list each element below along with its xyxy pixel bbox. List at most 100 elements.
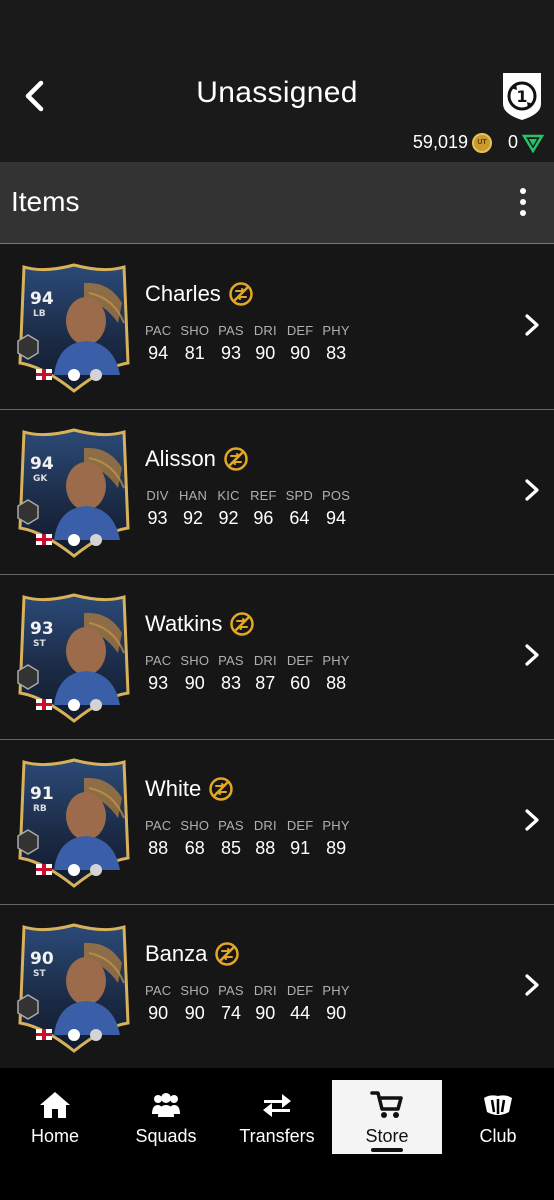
- more-dot: [520, 199, 526, 205]
- stat-value: 96: [253, 508, 274, 528]
- player-item-row[interactable]: 90 ST Banza PAC 90 SHO 90 PAS 74 DRI 90 DEF 4…: [0, 905, 554, 1070]
- stat-label: SHO: [180, 983, 210, 998]
- card-position: RB: [33, 804, 47, 814]
- chevron-right-icon: [525, 809, 539, 831]
- more-dot: [520, 188, 526, 194]
- player-card: 90 ST: [14, 923, 134, 1053]
- player-stats: PAC 93 SHO 90 PAS 83 DRI 87 DEF 60 PHY 88: [145, 653, 359, 694]
- stat: SHO 90: [180, 983, 209, 1024]
- home-icon: [40, 1092, 70, 1118]
- chevron-right-icon: [525, 644, 539, 666]
- player-card: 94 GK: [14, 428, 134, 558]
- stat: DEF 91: [287, 818, 314, 859]
- stat-value: 89: [326, 838, 347, 858]
- stat-value: 90: [326, 1003, 347, 1023]
- bottom-nav: Home Squads Transfers Store Club: [0, 1068, 554, 1200]
- stat-label: DRI: [253, 983, 277, 998]
- stat: PHY 90: [322, 983, 349, 1024]
- stat-value: 60: [290, 673, 311, 693]
- stat: PAS 85: [218, 818, 244, 859]
- more-options-button[interactable]: [514, 182, 532, 222]
- stat-value: 44: [290, 1003, 311, 1023]
- objectives-button[interactable]: 1: [499, 70, 545, 122]
- nav-label: Store: [365, 1126, 409, 1146]
- chevron-right-icon: [525, 479, 539, 501]
- stat: REF 96: [250, 488, 277, 529]
- card-rating: 94: [30, 289, 54, 309]
- items-list: 94 LB Charles PAC 94 SHO 81 PAS 93 DRI 90 DE…: [0, 245, 554, 1070]
- stat-label: REF: [250, 488, 277, 503]
- chevron-right-icon: [525, 314, 539, 336]
- stat-label: PAS: [218, 818, 244, 833]
- coin-glyph: UT: [477, 139, 487, 146]
- stat: PHY 83: [322, 323, 349, 364]
- nav-label: Transfers: [239, 1126, 315, 1146]
- stat-value: 90: [184, 673, 205, 693]
- stat-value: 90: [255, 343, 276, 363]
- player-item-row[interactable]: 91 RB White PAC 88 SHO 68 PAS 85 DRI 88 DEF 9…: [0, 740, 554, 905]
- stat: PAC 93: [145, 653, 171, 694]
- stat-value: 92: [218, 508, 239, 528]
- player-card: 91 RB: [14, 758, 134, 888]
- card-rating: 91: [30, 784, 54, 804]
- section-title: Items: [11, 186, 80, 217]
- player-stats: PAC 90 SHO 90 PAS 74 DRI 90 DEF 44 PHY 90: [145, 983, 359, 1024]
- stat: SHO 81: [180, 323, 209, 364]
- stat: PAC 90: [145, 983, 171, 1024]
- player-card: 93 ST: [14, 593, 134, 723]
- stat-label: SHO: [180, 323, 210, 338]
- player-item-row[interactable]: 94 LB Charles PAC 94 SHO 81 PAS 93 DRI 90 DE…: [0, 245, 554, 410]
- coin-icon: UT: [471, 132, 492, 153]
- nav-club[interactable]: Club: [443, 1080, 553, 1154]
- stat-label: DEF: [286, 323, 314, 338]
- stat-label: PAC: [145, 653, 172, 668]
- stat-value: 90: [255, 1003, 276, 1023]
- nav-transfers[interactable]: Transfers: [222, 1080, 332, 1154]
- card-position: LB: [33, 309, 46, 319]
- stat-label: DEF: [286, 653, 314, 668]
- player-name: Charles: [145, 281, 221, 306]
- stat-label: DEF: [286, 818, 314, 833]
- card-rating: 93: [30, 619, 54, 639]
- objectives-count: 1: [516, 87, 527, 106]
- objectives-icon: 1: [503, 73, 541, 120]
- stat-value: 90: [290, 343, 311, 363]
- stat-value: 90: [148, 1003, 169, 1023]
- stat: HAN 92: [179, 488, 207, 529]
- stat-value: 68: [184, 838, 205, 858]
- stat-label: PHY: [322, 323, 350, 338]
- stat: PHY 88: [322, 653, 349, 694]
- items-section-header: Items: [0, 162, 554, 244]
- stat-label: PHY: [322, 653, 350, 668]
- player-item-row[interactable]: 94 GK Alisson DIV 93 HAN 92 KIC 92 REF 96 SP…: [0, 410, 554, 575]
- player-item-row[interactable]: 93 ST Watkins PAC 93 SHO 90 PAS 83 DRI 87 DE…: [0, 575, 554, 740]
- player-name: White: [145, 776, 202, 801]
- untradeable-icon: [215, 942, 240, 966]
- stat-value: 88: [148, 838, 169, 858]
- stat-value: 64: [289, 508, 310, 528]
- stat: DRI 90: [253, 323, 278, 364]
- player-stats: PAC 94 SHO 81 PAS 93 DRI 90 DEF 90 PHY 83: [145, 323, 359, 364]
- stat-label: PAS: [218, 983, 244, 998]
- stat-value: 93: [147, 508, 168, 528]
- nav-store[interactable]: Store: [332, 1080, 442, 1154]
- stat: DEF 44: [287, 983, 314, 1024]
- stat-label: PHY: [322, 818, 350, 833]
- nav-squads[interactable]: Squads: [111, 1080, 221, 1154]
- stat-label: PAC: [145, 983, 172, 998]
- stat-value: 83: [220, 673, 241, 693]
- stat-label: PAS: [218, 653, 244, 668]
- stat-label: PAC: [145, 818, 172, 833]
- stat: KIC 92: [216, 488, 241, 529]
- stat-value: 74: [220, 1003, 241, 1023]
- stat-value: 93: [148, 673, 169, 693]
- nav-home[interactable]: Home: [0, 1080, 110, 1154]
- untradeable-icon: [209, 777, 233, 801]
- stat-label: KIC: [217, 488, 240, 503]
- card-rating: 94: [30, 454, 54, 474]
- stat: POS 94: [322, 488, 350, 529]
- stat: DRI 88: [253, 818, 278, 859]
- stat-value: 93: [220, 343, 241, 363]
- stat: DRI 87: [253, 653, 278, 694]
- active-indicator: [371, 1148, 403, 1152]
